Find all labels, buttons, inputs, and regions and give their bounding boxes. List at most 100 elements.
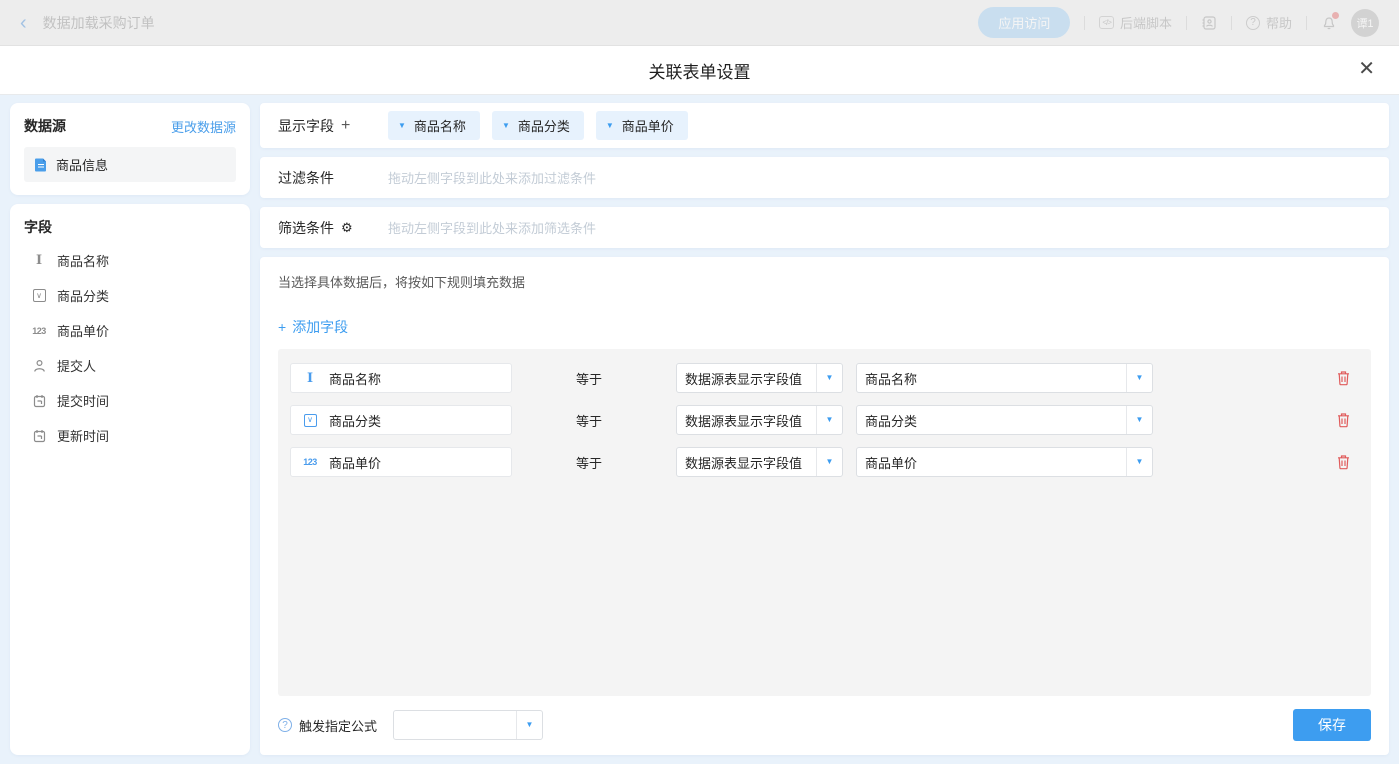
rule-operator: 等于 — [576, 453, 612, 472]
field-item-update-time[interactable]: 更新时间 — [24, 418, 236, 453]
rules-panel: I 商品名称 等于 数据源表显示字段值 ▼ 商品名称 ▼ — [278, 349, 1371, 696]
rule-source-select[interactable]: 数据源表显示字段值 ▼ — [676, 447, 843, 477]
field-item-product-name[interactable]: I 商品名称 — [24, 243, 236, 278]
sidebar: 数据源 更改数据源 商品信息 字段 I 商品名称 ∨ 商品分类 — [10, 103, 250, 755]
sieve-condition-label: 筛选条件 — [278, 218, 334, 238]
rule-field-label: 商品名称 — [329, 369, 381, 388]
address-book-button[interactable] — [1201, 15, 1217, 31]
field-item-submitter[interactable]: 提交人 — [24, 348, 236, 383]
trigger-formula-select[interactable]: ▼ — [393, 710, 543, 740]
field-item-label: 商品分类 — [57, 286, 109, 305]
filter-condition-row[interactable]: 过滤条件 拖动左侧字段到此处来添加过滤条件 — [260, 157, 1389, 198]
number-icon: 123 — [30, 326, 48, 336]
field-item-label: 更新时间 — [57, 426, 109, 445]
modal-header: 关联表单设置 ✕ — [0, 46, 1399, 95]
rule-row: 123 商品单价 等于 数据源表显示字段值 ▼ 商品单价 ▼ — [290, 447, 1359, 477]
field-item-submit-time[interactable]: 提交时间 — [24, 383, 236, 418]
text-icon: I — [301, 372, 319, 385]
datasource-item[interactable]: 商品信息 — [24, 147, 236, 182]
rule-field-box[interactable]: I 商品名称 — [290, 363, 512, 393]
notification-button[interactable] — [1321, 14, 1337, 31]
avatar[interactable]: 谭1 — [1351, 9, 1379, 37]
rule-row: ∨ 商品分类 等于 数据源表显示字段值 ▼ 商品分类 ▼ — [290, 405, 1359, 435]
app-access-button[interactable]: 应用访问 — [978, 7, 1070, 38]
number-icon: 123 — [301, 457, 319, 467]
sieve-condition-placeholder: 拖动左侧字段到此处来添加筛选条件 — [388, 218, 596, 237]
code-icon: </> — [1099, 16, 1114, 29]
chevron-down-icon: ▼ — [502, 122, 510, 130]
datasource-item-label: 商品信息 — [56, 155, 108, 174]
filter-condition-placeholder: 拖动左侧字段到此处来添加过滤条件 — [388, 168, 596, 187]
fill-rules-description: 当选择具体数据后，将按如下规则填充数据 — [278, 272, 1371, 291]
trash-icon — [1336, 412, 1351, 428]
chevron-down-icon: ▼ — [398, 122, 406, 130]
delete-rule-button[interactable] — [1336, 412, 1351, 428]
display-field-tag[interactable]: ▼ 商品名称 — [388, 111, 480, 140]
close-icon[interactable]: ✕ — [1358, 59, 1375, 79]
trash-icon — [1336, 370, 1351, 386]
question-icon: ? — [1246, 16, 1260, 30]
question-icon[interactable]: ? — [278, 718, 292, 732]
field-item-label: 提交时间 — [57, 391, 109, 410]
main-panel: 显示字段 + ▼ 商品名称 ▼ 商品分类 ▼ 商品单价 过滤条件 拖 — [260, 103, 1389, 755]
display-field-tag-label: 商品单价 — [622, 116, 674, 135]
rule-field-box[interactable]: ∨ 商品分类 — [290, 405, 512, 435]
text-icon: I — [30, 254, 48, 267]
chevron-down-icon: ▼ — [1126, 406, 1152, 434]
display-field-tag-label: 商品分类 — [518, 116, 570, 135]
save-button[interactable]: 保存 — [1293, 709, 1371, 741]
field-item-label: 提交人 — [57, 356, 96, 375]
divider — [1231, 16, 1232, 30]
plus-icon: + — [278, 319, 286, 335]
rules-footer: ? 触发指定公式 ▼ 保存 — [278, 709, 1371, 741]
add-display-field-icon[interactable]: + — [341, 117, 350, 135]
divider — [1186, 16, 1187, 30]
rule-field-box[interactable]: 123 商品单价 — [290, 447, 512, 477]
help-button[interactable]: ? 帮助 — [1246, 13, 1292, 32]
backend-script-button[interactable]: </> 后端脚本 — [1099, 13, 1172, 32]
chevron-down-icon: ▼ — [816, 448, 842, 476]
field-item-product-category[interactable]: ∨ 商品分类 — [24, 278, 236, 313]
rule-field-label: 商品分类 — [329, 411, 381, 430]
chevron-down-icon: ▼ — [516, 711, 542, 739]
delete-rule-button[interactable] — [1336, 370, 1351, 386]
gear-icon[interactable]: ⚙ — [341, 220, 353, 236]
display-fields-label: 显示字段 — [278, 116, 334, 136]
sieve-condition-row[interactable]: 筛选条件 ⚙ 拖动左侧字段到此处来添加筛选条件 — [260, 207, 1389, 248]
rule-field-label: 商品单价 — [329, 453, 381, 472]
datasource-title: 数据源 — [24, 116, 66, 136]
field-item-label: 商品单价 — [57, 321, 109, 340]
rule-source-select[interactable]: 数据源表显示字段值 ▼ — [676, 405, 843, 435]
chevron-down-icon: ▼ — [816, 406, 842, 434]
chevron-down-icon: ▼ — [1126, 364, 1152, 392]
notification-dot — [1332, 12, 1339, 19]
delete-rule-button[interactable] — [1336, 454, 1351, 470]
display-fields-row: 显示字段 + ▼ 商品名称 ▼ 商品分类 ▼ 商品单价 — [260, 103, 1389, 148]
fields-title: 字段 — [24, 217, 236, 237]
back-icon[interactable]: ‹ — [20, 13, 27, 33]
display-field-tag-label: 商品名称 — [414, 116, 466, 135]
modal-title: 关联表单设置 — [649, 58, 751, 83]
field-item-product-price[interactable]: 123 商品单价 — [24, 313, 236, 348]
rule-source-select[interactable]: 数据源表显示字段值 ▼ — [676, 363, 843, 393]
datasource-card: 数据源 更改数据源 商品信息 — [10, 103, 250, 195]
fields-card: 字段 I 商品名称 ∨ 商品分类 123 商品单价 提交人 — [10, 204, 250, 755]
change-datasource-link[interactable]: 更改数据源 — [171, 117, 236, 136]
add-field-link[interactable]: + 添加字段 — [278, 317, 348, 337]
chevron-down-icon: ▼ — [816, 364, 842, 392]
calendar-icon — [30, 394, 48, 408]
rule-value-select[interactable]: 商品分类 ▼ — [856, 405, 1153, 435]
rule-value-select[interactable]: 商品单价 ▼ — [856, 447, 1153, 477]
display-field-tag[interactable]: ▼ 商品单价 — [596, 111, 688, 140]
filter-condition-label: 过滤条件 — [278, 168, 334, 188]
select-icon: ∨ — [301, 414, 319, 427]
rule-value-select[interactable]: 商品名称 ▼ — [856, 363, 1153, 393]
modal-body: 数据源 更改数据源 商品信息 字段 I 商品名称 ∨ 商品分类 — [0, 95, 1399, 764]
display-field-tag[interactable]: ▼ 商品分类 — [492, 111, 584, 140]
field-item-label: 商品名称 — [57, 251, 109, 270]
chevron-down-icon: ▼ — [606, 122, 614, 130]
rule-row: I 商品名称 等于 数据源表显示字段值 ▼ 商品名称 ▼ — [290, 363, 1359, 393]
calendar-icon — [30, 429, 48, 443]
rule-operator: 等于 — [576, 411, 612, 430]
fill-rules-card: 当选择具体数据后，将按如下规则填充数据 + 添加字段 I 商品名称 等于 数据源… — [260, 257, 1389, 755]
